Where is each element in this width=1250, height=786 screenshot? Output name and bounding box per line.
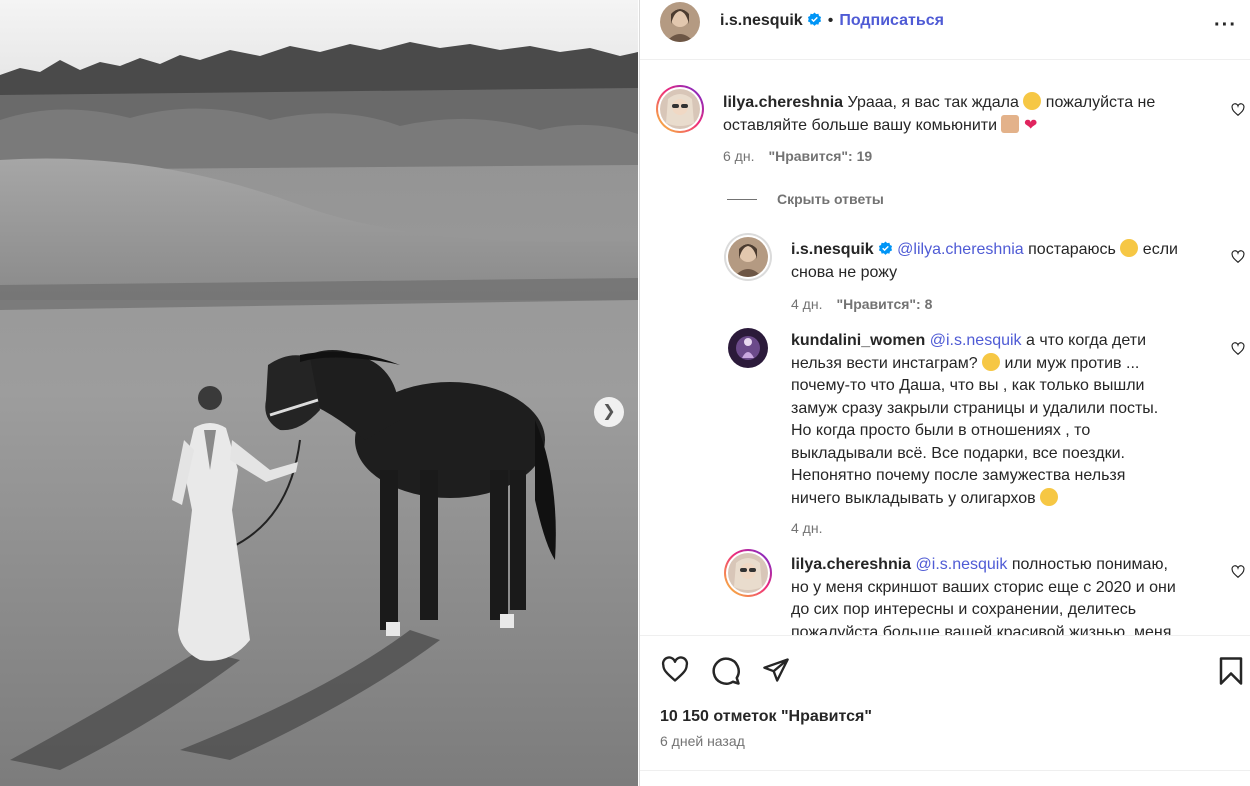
red-heart-emoji-icon: ❤ [1023,116,1038,134]
author-avatar[interactable] [660,2,700,42]
next-photo-button[interactable]: ❯ [594,397,624,427]
post-header: i.s.nesquik • Подписаться ··· [640,0,1250,60]
comment-text-part: оставляйте больше вашу комьюнити [723,116,998,134]
more-horizontal-icon[interactable]: ··· [1214,14,1237,37]
comment-heart-icon[interactable] [1231,342,1245,356]
heart-icon[interactable] [660,656,690,684]
comment-heart-icon[interactable] [1231,565,1245,579]
comment-text-part: снова не рожу [791,263,898,281]
comment-time[interactable]: 4 дн. [791,296,822,312]
reply-text: i.s.nesquik @lilya.chereshnia постараюсь… [791,239,1211,284]
comment-text-part: Но когда просто были в отношениях , то [791,422,1091,439]
hide-replies-label: Скрыть ответы [777,191,884,207]
mention-link[interactable]: @lilya.chereshnia [897,241,1024,258]
comment-text-part: Урааа, я вас так ждала [847,94,1019,111]
comment-text-part: пожалуйста не [1045,94,1156,111]
comments-list: lilya.chereshnia Урааа, я вас так ждала … [640,61,1250,635]
author-username[interactable]: i.s.nesquik [720,12,803,29]
comment-text-part: если [1142,241,1178,258]
mention-link[interactable]: @i.s.nesquik [916,556,1008,573]
comment-text-part: выкладывали всё. Все подарки, все поездк… [791,444,1125,462]
comment-text: lilya.chereshnia Урааа, я вас так ждала … [723,92,1203,137]
comment-text-part: ничего выкладывать у олигархов [791,489,1036,507]
comment-text-part: постараюсь [1028,241,1116,258]
comment-text-part: нельзя вести инстаграм? [791,354,978,372]
photo-woman-with-horse [0,0,638,786]
reply-text: lilya.chereshnia @i.s.nesquik полностью … [791,554,1221,635]
comment-text-part: или муж против ... [1004,354,1140,372]
bookmark-icon[interactable] [1218,656,1244,686]
comment-text-part: почему-то что Даша, что вы , как только … [791,377,1145,394]
hide-replies-button[interactable]: Скрыть ответы [727,191,884,207]
follow-button[interactable]: Подписаться [839,12,944,29]
comment-meta: 4 дн. "Нравится": 8 [791,296,932,312]
comment-text-part: пожалуйста больше вашей красивой жизнью,… [791,623,1172,636]
heart-eyes-emoji-icon [1023,92,1042,110]
post-side-panel: i.s.nesquik • Подписаться ··· lilya.cheres… [639,0,1250,786]
comment-meta: 4 дн. [791,520,822,536]
comment-text-part: Непонятно почему после замужества нельзя [791,467,1126,484]
comment-time[interactable]: 6 дн. [723,148,754,164]
grinning-emoji-icon [982,352,1001,371]
reply-text: kundalini_women @i.s.nesquik а что когда… [791,330,1221,510]
comment-username[interactable]: lilya.chereshnia [791,556,911,573]
comment-bubble-icon[interactable] [711,656,741,686]
comment-heart-icon[interactable] [1231,250,1245,264]
comment-text-part: до сих пор интересны и сохранении, делит… [791,601,1137,618]
praying-hands-emoji-icon [1001,114,1020,133]
post-date[interactable]: 6 дней назад [660,733,745,749]
divider-line [640,770,1250,771]
separator-dot: • [827,12,834,29]
commenter-avatar[interactable] [656,85,704,133]
post-actions-footer: 10 150 отметок "Нравится" 6 дней назад [640,635,1250,786]
likes-count[interactable]: 10 150 отметок "Нравится" [660,708,872,726]
comment-text-part: а что когда дети [1026,332,1147,349]
commenter-avatar[interactable] [728,328,768,368]
comment-time[interactable]: 4 дн. [791,520,822,536]
post-photo: ❯ [0,0,638,786]
chevron-right-icon: ❯ [602,403,616,420]
comment-likes[interactable]: "Нравится": 8 [836,296,932,312]
commenter-avatar[interactable] [724,549,772,597]
divider-line [727,199,757,200]
comment-username[interactable]: lilya.chereshnia [723,94,843,111]
comment-username[interactable]: i.s.nesquik [791,241,874,258]
verified-badge-icon [807,12,821,26]
laughing-emoji-icon [1040,487,1059,506]
comment-meta: 6 дн. "Нравится": 19 [723,148,872,164]
comment-text-part: но у меня скриншот ваших сторис еще с 20… [791,578,1176,596]
paper-plane-icon[interactable] [761,656,791,684]
comment-username[interactable]: kundalini_women [791,332,925,349]
mention-link[interactable]: @i.s.nesquik [930,332,1022,349]
comment-likes[interactable]: "Нравится": 19 [768,148,872,164]
comment-heart-icon[interactable] [1231,103,1245,117]
comment-text-part: полностью понимаю, [1011,556,1168,573]
verified-badge-icon [878,241,892,255]
laughing-emoji-icon [1120,239,1139,257]
commenter-avatar[interactable] [724,233,772,281]
comment-text-part: замуж сразу закрыли страницы и удалили п… [791,399,1159,417]
